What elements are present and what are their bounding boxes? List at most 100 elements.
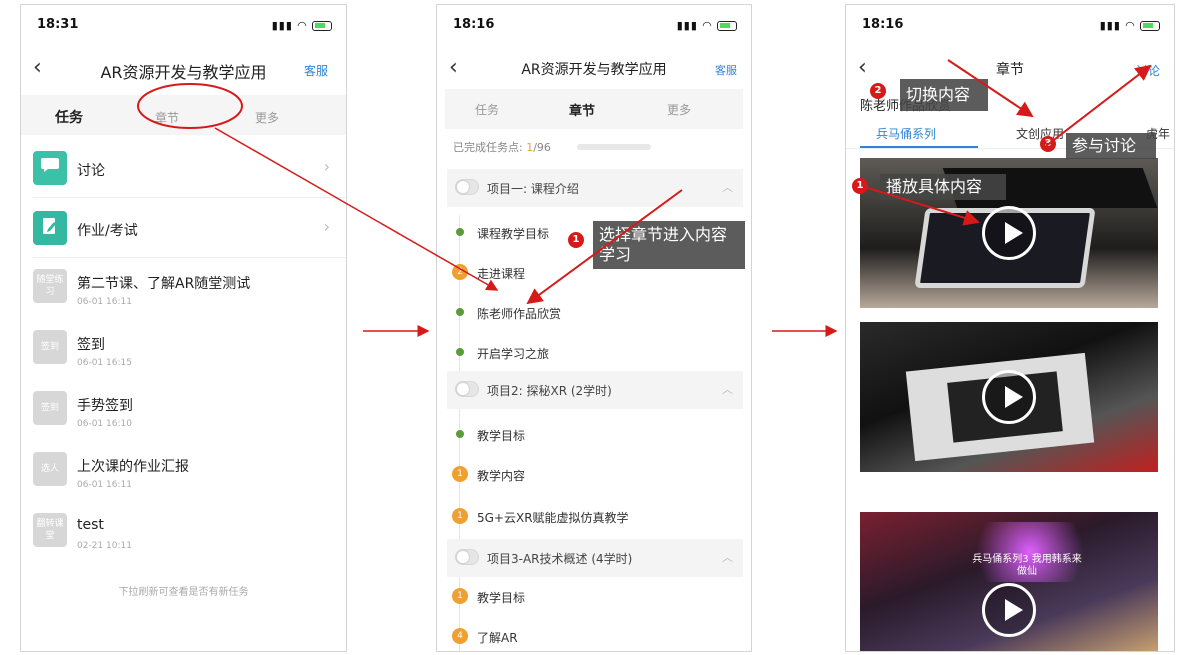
page-title: AR资源开发与教学应用 [521, 62, 667, 78]
page-title: 章节 [996, 62, 1024, 78]
status-time: 18:16 [453, 17, 495, 32]
video-thumbnail-3[interactable]: 兵马俑系列3 我用韩系来做仙 [860, 512, 1158, 651]
task-type-badge: 翻转课堂 [33, 513, 67, 547]
list-item-label: 讨论 [77, 163, 105, 179]
task-time: 06-01 16:10 [77, 419, 132, 429]
customer-service-link[interactable]: 客服 [715, 62, 737, 78]
completed-dot-icon [456, 228, 464, 236]
task-time: 02-21 10:11 [77, 541, 132, 551]
task-title: test [77, 517, 104, 533]
task-title: 手势签到 [77, 398, 133, 414]
annotation-callout: 播放具体内容 [880, 174, 1006, 200]
project-section-2[interactable]: 项目2: 探秘XR (2学时) ︿ [447, 371, 743, 409]
status-time: 18:31 [37, 17, 79, 32]
pending-count-badge: 1 [452, 508, 468, 524]
chevron-up-icon: ︿ [722, 383, 733, 396]
customer-service-link[interactable]: 客服 [304, 62, 328, 79]
page-title: AR资源开发与教学应用 [100, 63, 267, 82]
nav-bar: ‹ AR资源开发与教学应用 客服 [437, 53, 751, 87]
tab-tasks[interactable]: 任务 [475, 101, 499, 118]
step-number-badge: 2 [870, 83, 886, 99]
chevron-up-icon: ︿ [722, 181, 733, 194]
video-overlay-text: 兵马俑系列3 我用韩系来做仙 [972, 554, 1082, 577]
chapter-title: 教学目标 [477, 591, 526, 605]
phone-screen-chapter-detail: 18:16 ▮▮▮ ◠ ‹ 章节 讨论 陈老师作品欣赏 兵马俑系列 文创应用 虎… [845, 4, 1175, 652]
tab-tasks[interactable]: 任务 [55, 107, 83, 127]
pending-count-badge: 2 [452, 264, 468, 280]
play-button-icon[interactable] [982, 583, 1036, 637]
chapter-title: 陈老师作品欣赏 [477, 307, 562, 321]
completed-dot-icon [456, 430, 464, 438]
task-title: 第二节课、了解AR随堂测试 [77, 276, 251, 292]
status-time: 18:16 [862, 17, 904, 32]
play-button-icon[interactable] [982, 206, 1036, 260]
task-title: 签到 [77, 337, 105, 353]
play-button-icon[interactable] [982, 370, 1036, 424]
status-icons: ▮▮▮ ◠ [677, 19, 737, 32]
task-time: 06-01 16:11 [77, 480, 132, 490]
tab-chapters[interactable]: 章节 [155, 109, 179, 126]
chapter-title: 走进课程 [477, 267, 526, 281]
status-bar: 18:16 ▮▮▮ ◠ [453, 17, 737, 37]
chevron-right-icon: › [323, 157, 330, 176]
battery-icon [717, 21, 737, 31]
status-bar: 18:16 ▮▮▮ ◠ [862, 17, 1160, 37]
annotation-callout: 切换内容 [900, 79, 988, 111]
chapter-title: 教学目标 [477, 429, 526, 443]
annotation-callout: 选择章节进入内容学习 [593, 221, 745, 269]
task-type-badge: 签到 [33, 391, 67, 425]
collapse-toggle[interactable] [455, 179, 479, 195]
chevron-right-icon: › [323, 217, 330, 236]
pending-count-badge: 4 [452, 628, 468, 644]
tab-more[interactable]: 更多 [667, 101, 691, 118]
project-title: 项目3-AR技术概述 (4学时) [487, 552, 633, 566]
tab-more[interactable]: 更多 [255, 109, 279, 126]
battery-icon [1140, 21, 1160, 31]
project-section-3[interactable]: 项目3-AR技术概述 (4学时) ︿ [447, 539, 743, 577]
chevron-up-icon: ︿ [722, 551, 733, 564]
divider [33, 197, 346, 198]
step-number-badge: 1 [852, 178, 868, 194]
tab-chapters[interactable]: 章节 [569, 100, 595, 119]
project-title: 项目2: 探秘XR (2学时) [487, 384, 612, 398]
tab-terracotta-series[interactable]: 兵马俑系列 [876, 125, 936, 142]
progress-total: /96 [533, 141, 551, 154]
completed-dot-icon [456, 348, 464, 356]
step-number-badge: 1 [568, 232, 584, 248]
chapter-title: 教学内容 [477, 469, 526, 483]
pending-count-badge: 1 [452, 588, 468, 604]
task-type-badge: 选人 [33, 452, 67, 486]
active-tab-indicator [860, 146, 978, 148]
divider [33, 257, 346, 258]
tab-bar: 任务 章节 更多 [21, 95, 346, 135]
project-title: 项目一: 课程介绍 [487, 182, 579, 196]
edit-icon [33, 211, 67, 245]
status-bar: 18:31 ▮▮▮ ◠ [37, 17, 332, 37]
chapter-title: 课程教学目标 [477, 227, 550, 241]
refresh-hint: 下拉刷新可查看是否有新任务 [118, 587, 249, 598]
task-type-badge: 签到 [33, 330, 67, 364]
discuss-link[interactable]: 讨论 [1136, 62, 1160, 79]
collapse-toggle[interactable] [455, 549, 479, 565]
status-icons: ▮▮▮ ◠ [272, 19, 332, 32]
project-section-1[interactable]: 项目一: 课程介绍 ︿ [447, 169, 743, 207]
nav-bar: ‹ AR资源开发与教学应用 客服 [21, 53, 346, 87]
step-number-badge: 3 [1040, 136, 1056, 152]
task-time: 06-01 16:11 [77, 297, 132, 307]
task-type-badge: 随堂练习 [33, 269, 67, 303]
task-title: 上次课的作业汇报 [77, 459, 189, 475]
chapter-title: 5G+云XR赋能虚拟仿真教学 [477, 511, 629, 525]
list-item-label: 作业/考试 [77, 223, 138, 239]
battery-icon [312, 21, 332, 31]
progress-bar [577, 144, 651, 150]
chapter-title: 开启学习之旅 [477, 347, 550, 361]
chapter-title: 了解AR [477, 631, 518, 645]
collapse-toggle[interactable] [455, 381, 479, 397]
video-thumbnail-2[interactable] [860, 322, 1158, 472]
chat-bubble-icon [33, 151, 67, 185]
progress-label: 已完成任务点: [453, 141, 523, 154]
tab-bar: 任务 章节 更多 [445, 89, 743, 129]
completed-dot-icon [456, 308, 464, 316]
task-time: 06-01 16:15 [77, 358, 132, 368]
nav-bar: ‹ 章节 讨论 [846, 53, 1174, 87]
